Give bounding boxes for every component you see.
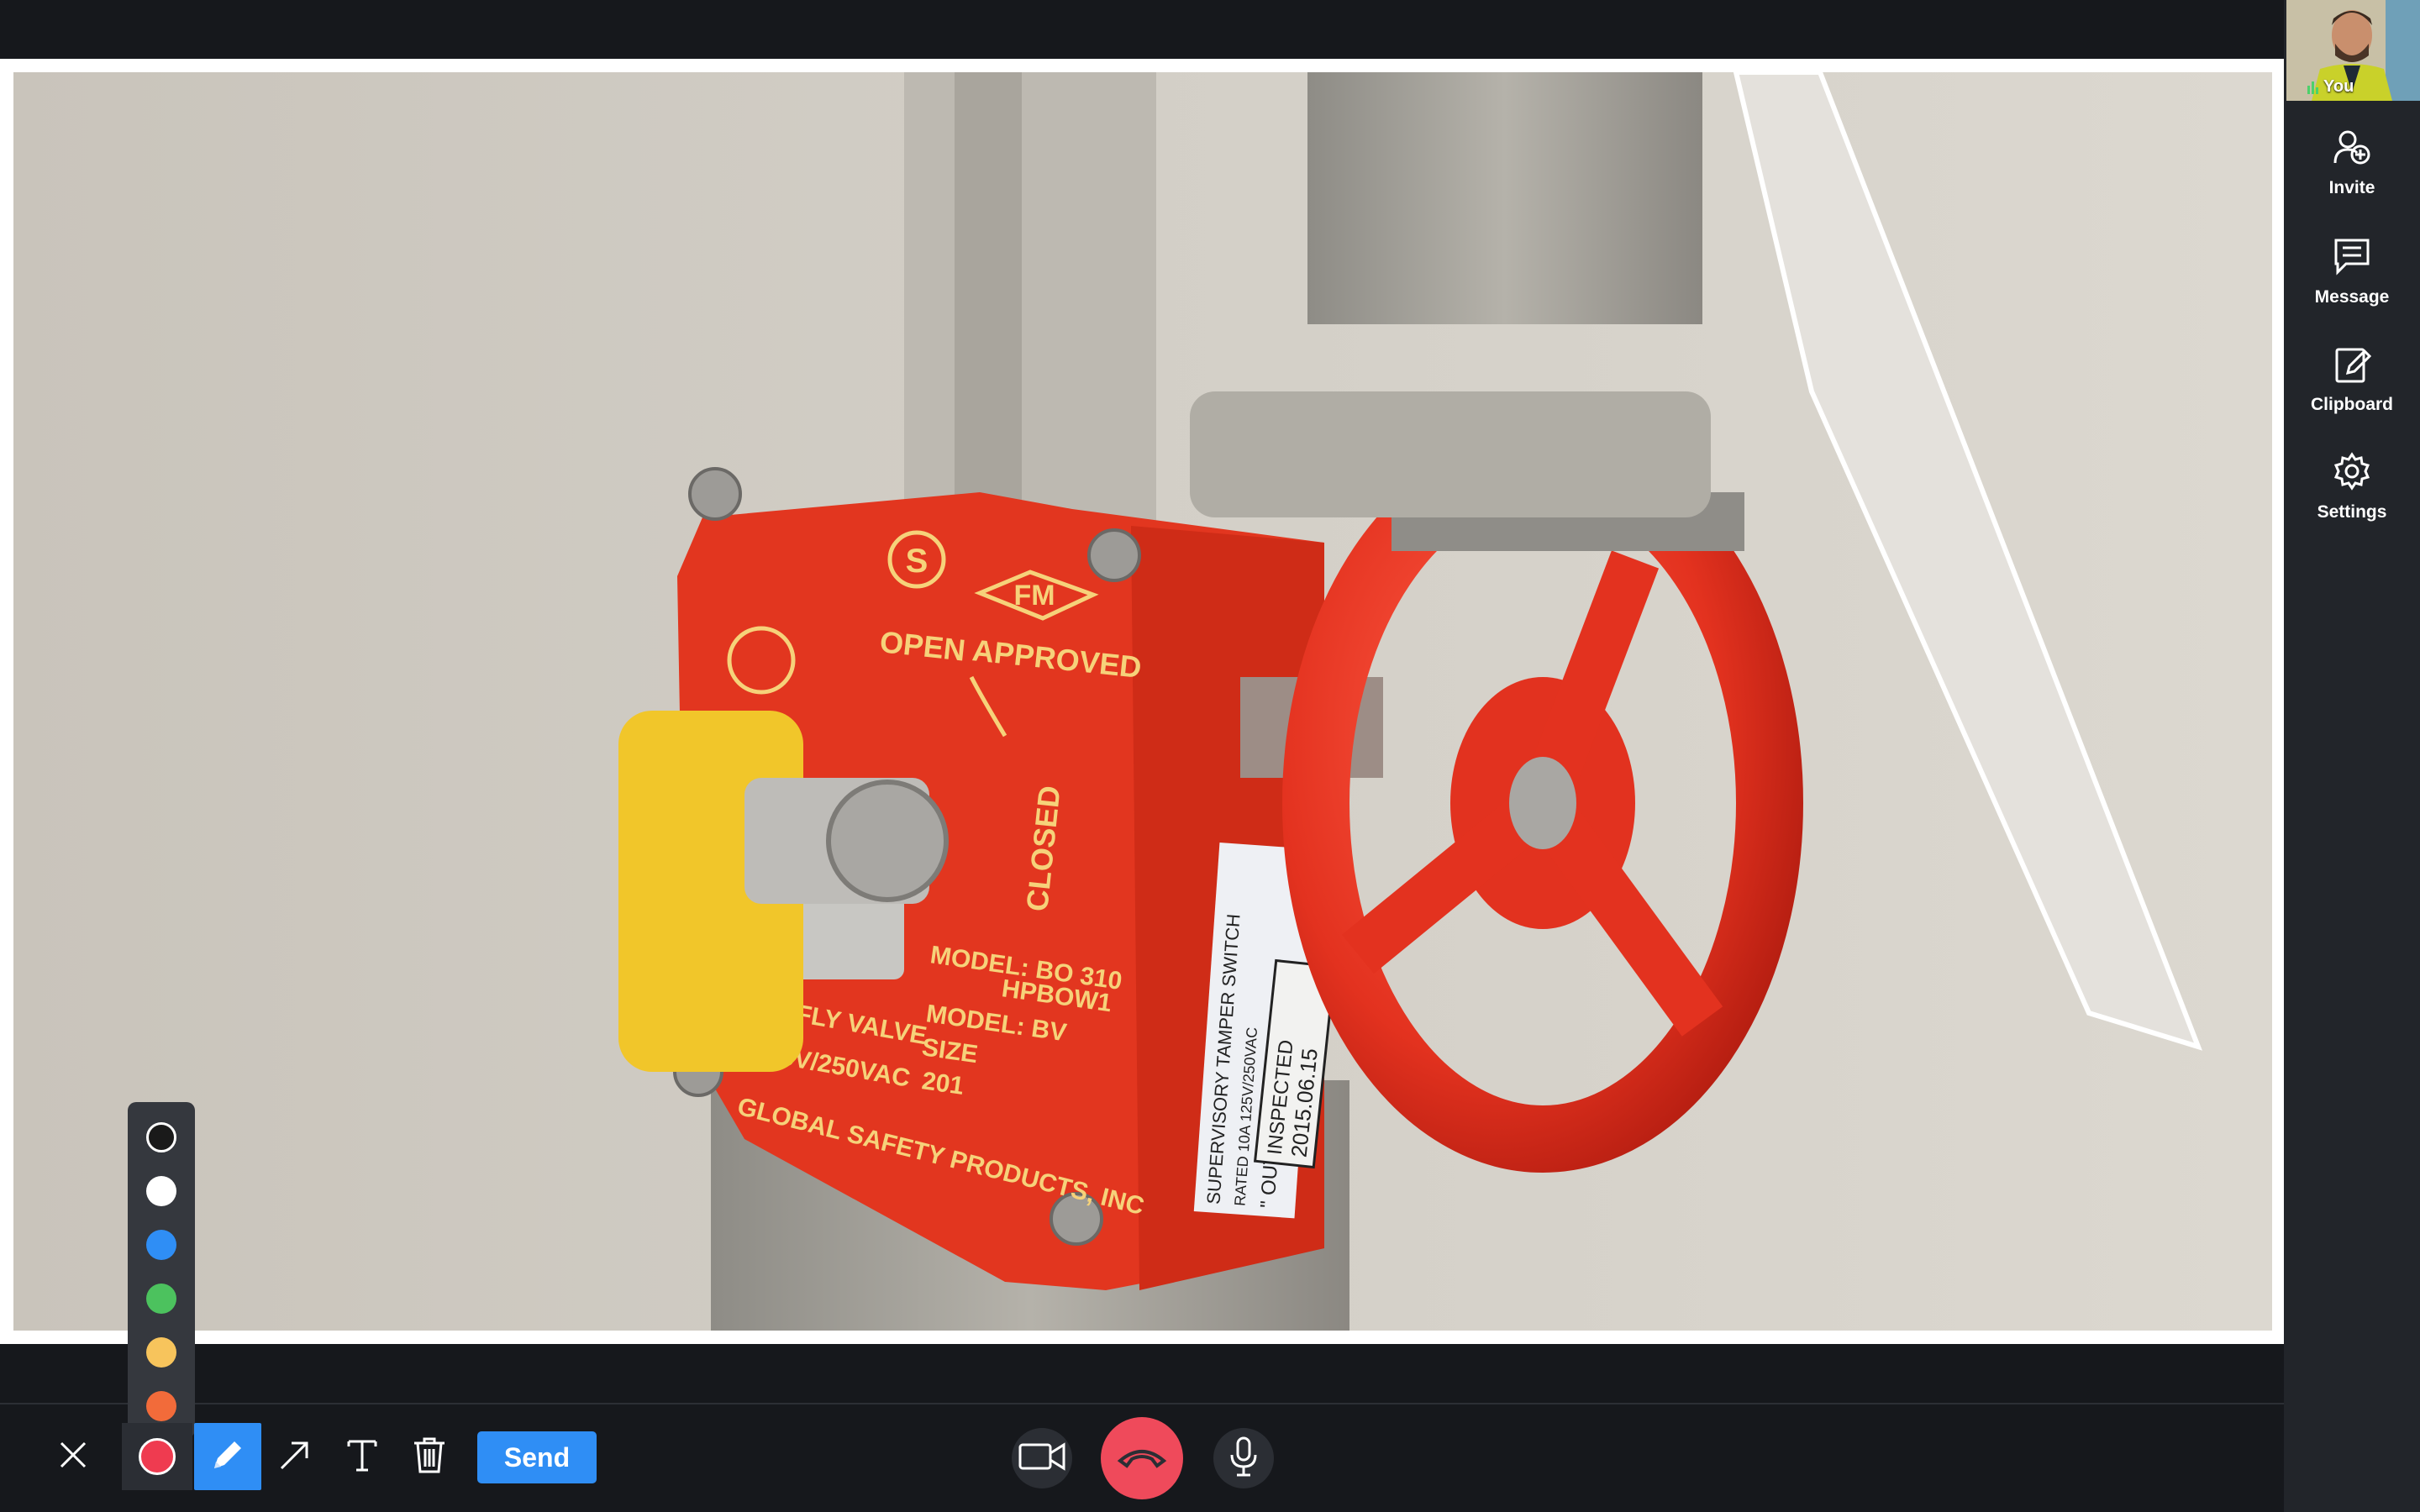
right-sidebar [2284,0,2420,1512]
microphone-icon [1228,1436,1259,1481]
sidebar-item-settings[interactable]: Settings [2284,452,2420,544]
svg-text:FM: FM [1013,580,1055,612]
arrow-tool-button[interactable] [261,1423,329,1490]
svg-text:S: S [906,543,929,580]
microphone-toggle-button[interactable] [1213,1428,1274,1488]
sidebar-item-clipboard[interactable]: Clipboard [2284,344,2420,437]
sidebar-item-label: Clipboard [2311,395,2393,414]
clipboard-edit-icon [2333,344,2372,383]
toolbar-divider [0,1403,2284,1404]
arrow-icon [276,1436,313,1478]
swatch-blue[interactable] [146,1230,176,1260]
add-user-icon [2333,128,2371,166]
swatch-white[interactable] [146,1176,176,1206]
self-video-preview[interactable]: You [2286,0,2420,101]
self-label: You [2323,77,2354,96]
svg-text:201: 201 [920,1067,965,1100]
shared-image-stage[interactable]: S FM OPEN APPROVED CLOSED MODEL: BO 310 … [0,59,2284,1344]
text-icon [344,1436,381,1478]
swatch-green[interactable] [146,1284,176,1314]
mic-level-icon [2307,79,2318,94]
close-annotation-button[interactable] [39,1423,107,1490]
gear-icon [2333,452,2371,491]
text-tool-button[interactable] [329,1423,396,1490]
video-camera-icon [1018,1441,1065,1476]
end-call-icon [1117,1444,1167,1473]
trash-icon [411,1436,448,1478]
current-color-button[interactable] [122,1423,192,1490]
color-palette [128,1102,195,1438]
sidebar-item-label: Settings [2317,502,2387,522]
chat-icon [2333,237,2371,276]
sidebar-item-message[interactable]: Message [2284,237,2420,329]
shared-photo[interactable]: S FM OPEN APPROVED CLOSED MODEL: BO 310 … [13,72,2272,1331]
selected-color-swatch [139,1438,176,1475]
clear-annotations-button[interactable] [396,1423,463,1490]
swatch-yellow[interactable] [146,1337,176,1368]
sidebar-item-label: Message [2314,287,2390,307]
pen-icon [209,1436,246,1478]
swatch-orange[interactable] [146,1391,176,1421]
sidebar-item-invite[interactable]: Invite [2284,128,2420,220]
close-icon [56,1438,90,1476]
send-button[interactable]: Send [477,1431,597,1483]
top-bar [0,0,2284,59]
camera-toggle-button[interactable] [1012,1428,1072,1488]
swatch-black[interactable] [146,1122,176,1152]
end-call-button[interactable] [1101,1417,1183,1499]
valve-photo-illustration: S FM OPEN APPROVED CLOSED MODEL: BO 310 … [13,72,2272,1331]
pen-tool-button[interactable] [194,1423,261,1490]
sidebar-item-label: Invite [2328,178,2375,197]
